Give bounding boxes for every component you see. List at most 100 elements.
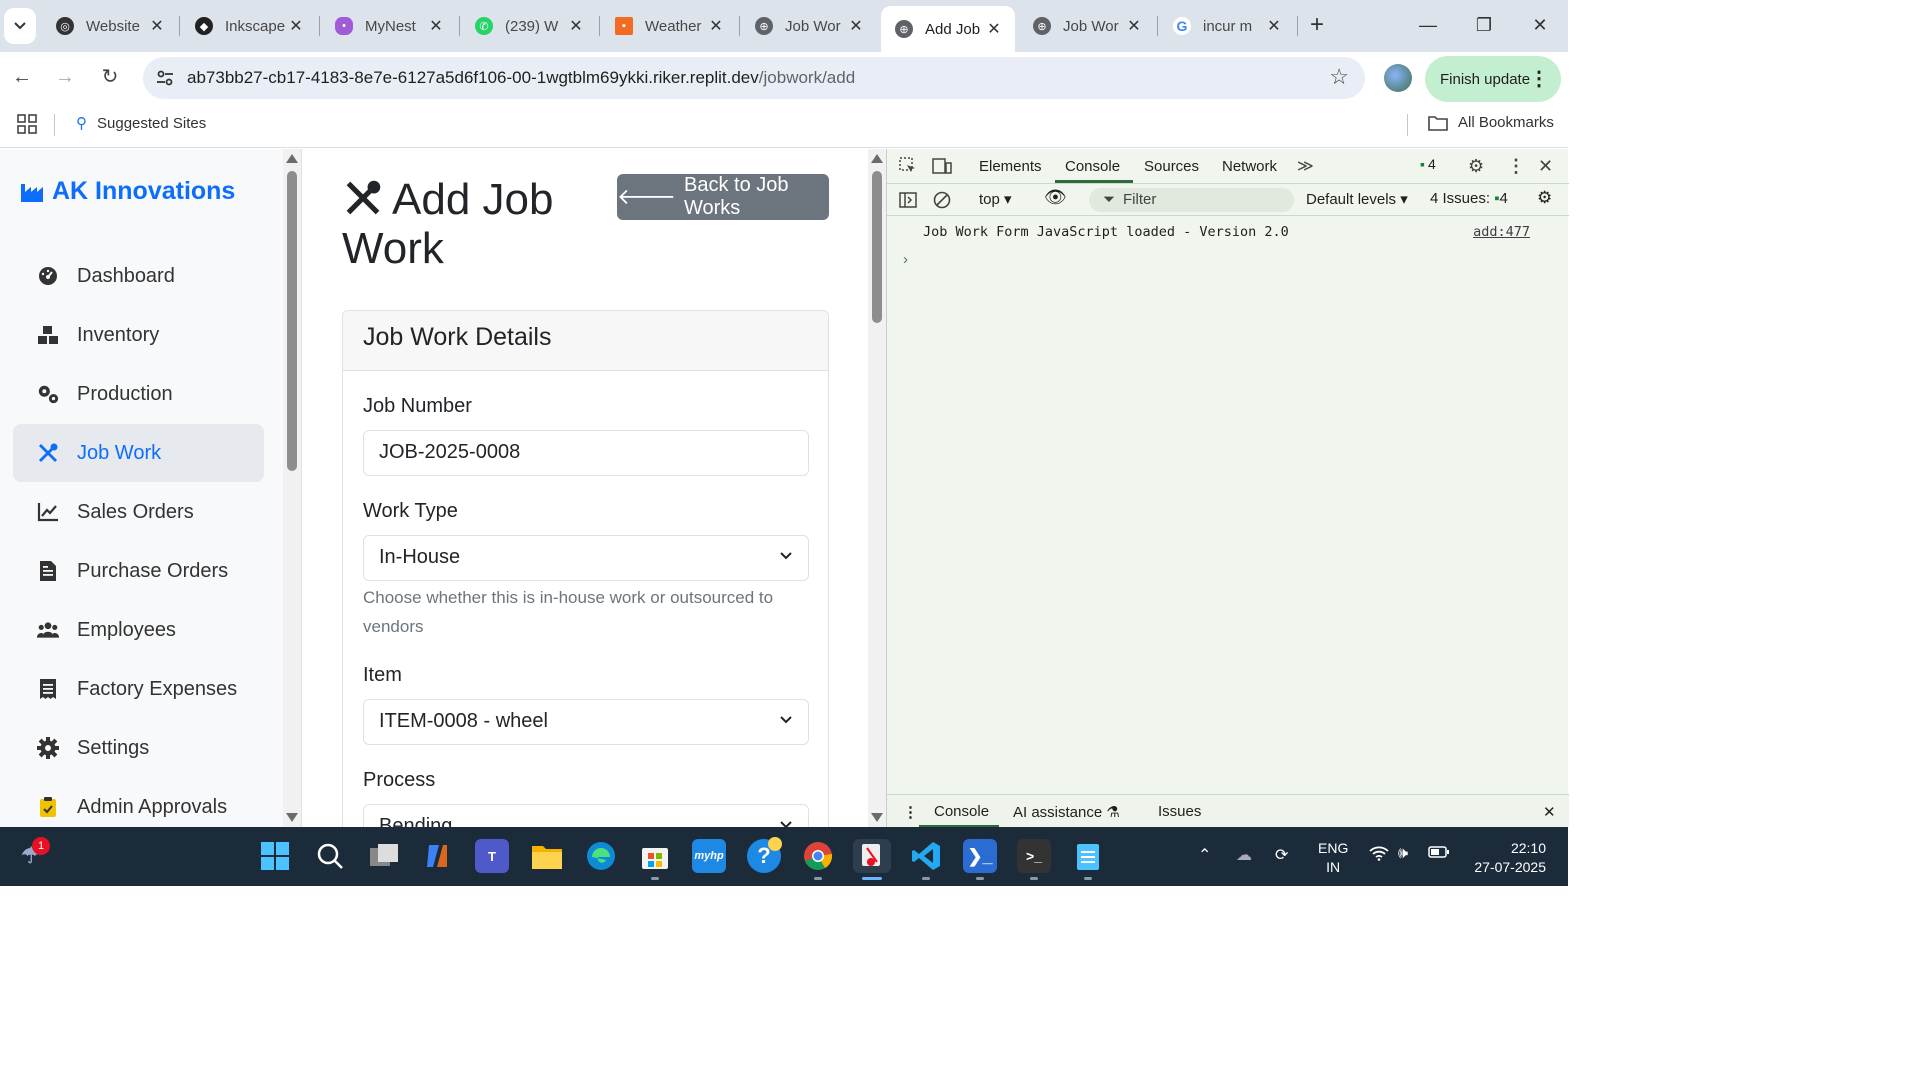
battery-icon[interactable] — [1428, 845, 1450, 863]
job-number-input[interactable]: JOB-2025-0008 — [363, 430, 809, 476]
settings-gear-icon[interactable]: ⚙ — [1468, 156, 1484, 177]
terminal-icon[interactable]: >_ — [1017, 839, 1051, 873]
chrome-icon[interactable] — [801, 839, 835, 873]
browser-tab[interactable]: ⊕ Job Wor ✕ — [741, 6, 877, 46]
close-tab-icon[interactable]: ✕ — [148, 16, 166, 36]
devtools-tab-console[interactable]: Console — [1065, 158, 1120, 175]
console-log-source-link[interactable]: add:477 — [1473, 224, 1530, 240]
devtools-tab-sources[interactable]: Sources — [1144, 158, 1199, 175]
sidebar-item-employees[interactable]: Employees — [13, 601, 264, 659]
sidebar-item-production[interactable]: Production — [13, 365, 264, 423]
sidebar-item-settings[interactable]: Settings — [13, 719, 264, 777]
item-select[interactable]: ITEM-0008 - wheel — [363, 699, 809, 745]
wifi-icon[interactable] — [1369, 845, 1389, 866]
live-expression-eye-icon[interactable]: 👁 — [1044, 187, 1067, 208]
restore-button[interactable]: ❐ — [1456, 10, 1512, 40]
messages-count[interactable]: ▪ 4 — [1420, 156, 1436, 172]
close-window-button[interactable]: ✕ — [1512, 10, 1568, 40]
browser-tab[interactable]: ▪ Weather ✕ — [601, 6, 737, 46]
browser-tab[interactable]: ✆ (239) W ✕ — [461, 6, 597, 46]
tab-search-button[interactable] — [4, 8, 36, 44]
show-hidden-icons-chevron-icon[interactable]: ⌃ — [1198, 845, 1211, 865]
browser-tab[interactable]: ⊕ Job Wor ✕ — [1019, 6, 1155, 46]
back-to-job-works-button[interactable]: 🡐 Back to Job Works — [617, 174, 829, 220]
sidebar-item-dashboard[interactable]: Dashboard — [13, 247, 264, 305]
notepad-icon[interactable] — [1071, 839, 1105, 873]
profile-avatar[interactable] — [1384, 64, 1412, 92]
copilot-icon[interactable] — [421, 839, 455, 873]
main-scrollbar[interactable] — [868, 149, 886, 827]
teams-icon[interactable]: T — [475, 839, 509, 873]
powershell-icon[interactable]: ❯_ — [963, 839, 997, 873]
clear-console-icon[interactable] — [933, 191, 951, 209]
scroll-down-arrow[interactable] — [871, 813, 883, 822]
browser-tab[interactable]: G incur m ✕ — [1159, 6, 1295, 46]
task-view-icon[interactable] — [367, 839, 401, 873]
process-select[interactable]: Bending — [363, 804, 809, 827]
console-filter-input[interactable]: ⏷ Filter — [1089, 188, 1294, 212]
drawer-tab-ai-assistance[interactable]: AI assistance ⚗ — [1013, 803, 1120, 821]
browser-tab[interactable]: ◆ Inkscape ✕ — [181, 6, 317, 46]
browser-tab[interactable]: ◎ Website ✕ — [42, 6, 178, 46]
sidebar-scrollbar[interactable] — [283, 149, 301, 827]
minimize-button[interactable]: — — [1400, 10, 1456, 40]
close-tab-icon[interactable]: ✕ — [847, 16, 865, 36]
inspect-element-icon[interactable] — [899, 157, 917, 175]
close-tab-icon[interactable]: ✕ — [707, 16, 725, 36]
scroll-down-arrow[interactable] — [286, 813, 298, 822]
system-clock[interactable]: 22:10 27-07-2025 — [1468, 839, 1546, 877]
scrollbar-thumb[interactable] — [872, 171, 882, 323]
drawer-tab-console[interactable]: Console — [934, 803, 989, 820]
close-tab-icon[interactable]: ✕ — [985, 19, 1003, 39]
microsoft-store-icon[interactable] — [638, 839, 672, 873]
sidebar-item-job-work[interactable]: Job Work — [13, 424, 264, 482]
issues-counter[interactable]: 4 Issues: ▪4 — [1430, 190, 1508, 207]
sidebar-item-purchase-orders[interactable]: Purchase Orders — [13, 542, 264, 600]
sidebar-item-factory-expenses[interactable]: Factory Expenses — [13, 660, 264, 718]
log-levels-dropdown[interactable]: Default levels ▾ — [1306, 190, 1408, 208]
close-tab-icon[interactable]: ✕ — [1265, 16, 1283, 36]
edge-icon[interactable] — [584, 839, 618, 873]
close-tab-icon[interactable]: ✕ — [567, 16, 585, 36]
all-bookmarks-button[interactable]: All Bookmarks — [1428, 114, 1554, 131]
devtools-tab-elements[interactable]: Elements — [979, 158, 1042, 175]
myhp-icon[interactable]: myhp — [692, 839, 726, 873]
back-arrow-icon[interactable]: ← — [7, 62, 37, 92]
address-bar[interactable]: ab73bb27-cb17-4183-8e7e-6127a5d6f106-00-… — [143, 57, 1365, 99]
devtools-tab-network[interactable]: Network — [1222, 158, 1277, 175]
windows-start-icon[interactable] — [258, 839, 292, 873]
snipping-tool-icon[interactable] — [853, 839, 891, 873]
close-drawer-icon[interactable]: ✕ — [1543, 803, 1556, 821]
apps-grid-icon[interactable] — [17, 114, 37, 134]
sidebar-item-sales-orders[interactable]: Sales Orders — [13, 483, 264, 541]
site-settings-icon[interactable] — [155, 68, 175, 88]
brand-logo[interactable]: AK Innovations — [20, 177, 235, 206]
close-tab-icon[interactable]: ✕ — [287, 16, 305, 36]
suggested-sites-bookmark[interactable]: ⚲ Suggested Sites — [76, 114, 206, 133]
scrollbar-thumb[interactable] — [287, 171, 297, 471]
drawer-menu-icon[interactable]: ⋮ — [903, 803, 918, 821]
bookmark-star-icon[interactable]: ☆ — [1329, 64, 1349, 90]
drawer-tab-issues[interactable]: Issues — [1158, 803, 1201, 820]
sidebar-item-inventory[interactable]: Inventory — [13, 306, 264, 364]
file-explorer-icon[interactable] — [530, 839, 564, 873]
browser-tab[interactable]: • MyNest ✕ — [321, 6, 457, 46]
close-devtools-icon[interactable]: ✕ — [1538, 156, 1553, 177]
sidebar-item-admin-approvals[interactable]: Admin Approvals — [13, 778, 264, 827]
browser-tab-active[interactable]: ⊕ Add Job ✕ — [881, 6, 1015, 52]
vscode-icon[interactable] — [909, 839, 943, 873]
scroll-up-arrow[interactable] — [871, 154, 883, 163]
context-selector[interactable]: top ▾ — [979, 190, 1012, 208]
work-type-select[interactable]: In-House — [363, 535, 809, 581]
finish-update-button[interactable]: Finish update ⋮ — [1425, 56, 1561, 102]
close-tab-icon[interactable]: ✕ — [1125, 16, 1143, 36]
search-icon[interactable] — [313, 839, 347, 873]
console-settings-gear-icon[interactable]: ⚙ — [1537, 188, 1552, 208]
input-language-indicator[interactable]: ENG IN — [1318, 839, 1348, 877]
sync-icon[interactable]: ⟳ — [1275, 845, 1288, 865]
scroll-up-arrow[interactable] — [286, 154, 298, 163]
device-toolbar-icon[interactable] — [932, 157, 952, 175]
volume-icon[interactable]: 🕪 — [1398, 845, 1408, 863]
new-tab-button[interactable]: + — [1303, 12, 1331, 40]
more-vert-icon[interactable]: ⋮ — [1529, 66, 1549, 91]
